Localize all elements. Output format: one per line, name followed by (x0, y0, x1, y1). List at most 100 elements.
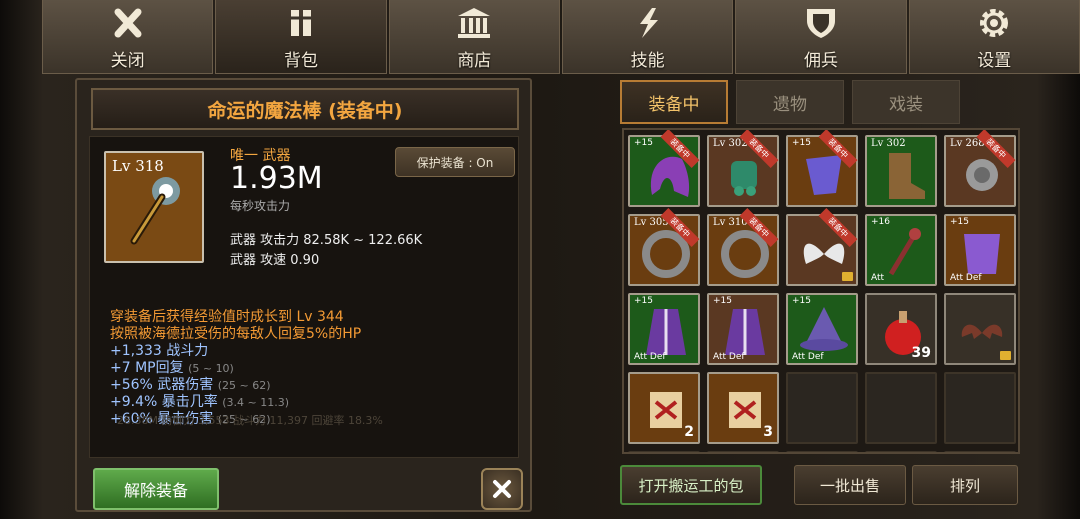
inventory-slot[interactable]: Lv 268 装备中 (944, 130, 1016, 207)
tab-backpack[interactable]: 背包 (215, 0, 387, 74)
bonus-range: (5 ~ 10) (188, 362, 234, 375)
bonus-text: +1,333 战斗力 (110, 343, 209, 359)
staff-icon (888, 228, 921, 276)
inventory-slot[interactable] (707, 451, 779, 452)
tab-close[interactable]: 关闭 (42, 0, 214, 74)
backpack-icon (281, 6, 321, 40)
inventory-slot[interactable]: +15 Att Def (707, 293, 779, 365)
stack-count: 39 (911, 345, 931, 361)
armor-icon (964, 234, 1000, 274)
boots-icon (889, 153, 925, 199)
stat-compare-label: Att Def (950, 273, 982, 283)
slot-enhance: +15 (792, 296, 811, 306)
tab-skill[interactable]: 技能 (561, 0, 734, 74)
lock-icon (1000, 351, 1011, 360)
stack-count: 3 (763, 424, 773, 440)
stack-count: 2 (684, 424, 694, 440)
close-panel-button[interactable] (481, 468, 523, 510)
tab-relics[interactable]: 遗物 (736, 80, 844, 124)
tab-label: 背包 (283, 51, 318, 71)
bulk-sell-button[interactable]: 一批出售 (794, 465, 906, 505)
unequip-button[interactable]: 解除装备 (93, 468, 219, 510)
inventory-slot[interactable]: +15 Att Def (786, 293, 858, 365)
slot-level: Lv 302 (871, 138, 906, 149)
item-dps-label: 每秒攻击力 (230, 199, 291, 213)
slot-enhance: +15 (634, 138, 653, 148)
bonus-text: +56% 武器伤害 (110, 377, 214, 393)
bonus-text: +7 MP回复 (110, 360, 184, 376)
slot-enhance: +15 (950, 217, 969, 227)
slot-enhance: +15 (713, 296, 732, 306)
robe-icon (646, 309, 686, 355)
inventory-slot[interactable]: 39 (865, 293, 937, 365)
bonus-list: 穿装备后获得经验值时成长到 Lv 344 按照被海德拉受伤的每敌人回复5%的HP… (110, 309, 361, 428)
bonus-stat: +9.4% 暴击几率 (3.4 ~ 11.3) (110, 394, 361, 411)
protect-toggle-button[interactable]: 保护装备 : On (395, 147, 515, 177)
inventory-slot[interactable] (786, 451, 858, 452)
tab-label: 关闭 (110, 51, 145, 71)
bonus-stat: +1,333 战斗力 (110, 343, 361, 360)
open-porter-bag-button[interactable]: 打开搬运工的包 (620, 465, 762, 505)
inventory-slot[interactable]: 3 (707, 372, 779, 444)
item-title-bar: 命运的魔法棒 (装备中) (91, 88, 519, 130)
bonus-stat: +56% 武器伤害 (25 ~ 62) (110, 377, 361, 394)
item-dps: 1.93M (230, 161, 323, 196)
stat-compare-label: Att Def (792, 352, 824, 362)
inventory-slot[interactable] (944, 293, 1016, 365)
inventory-slot[interactable]: Lv 302 (865, 135, 937, 207)
stat-compare-label: Att Def (713, 352, 745, 362)
inventory-slot[interactable]: Lv 302 装备中 (707, 130, 779, 207)
inventory-screen: 关闭 背包 商店 技能 佣兵 设置 命运的魔法棒 (装备中) Lv 318 唯一… (0, 0, 1080, 519)
lock-icon (842, 272, 853, 281)
inventory-slot[interactable] (786, 372, 858, 444)
inventory-slot[interactable] (628, 451, 700, 452)
stat-compare-label: Att (871, 273, 885, 283)
inventory-slot[interactable]: +16 Att (865, 214, 937, 286)
sort-button[interactable]: 排列 (912, 465, 1018, 505)
inventory-slot[interactable] (865, 451, 937, 452)
bonus-range: (3.4 ~ 11.3) (222, 396, 289, 409)
gear-icon (974, 6, 1014, 40)
stat-compare-label: Att Def (634, 352, 666, 362)
inventory-slot[interactable]: 装备中 (786, 208, 858, 286)
bonus-special: 穿装备后获得经验值时成长到 Lv 344 (110, 309, 344, 325)
item-detail-panel: 命运的魔法棒 (装备中) Lv 318 唯一 武器 1.93M 每秒攻击力 保护… (75, 78, 532, 512)
item-title: 命运的魔法棒 (装备中) (207, 99, 403, 122)
tab-settings[interactable]: 设置 (908, 0, 1080, 74)
slot-enhance: +15 (634, 296, 653, 306)
background-stats-text: 28.38M 防御力 3,553 战斗力 11,397 回避率 18.3% (117, 414, 383, 427)
inventory-slot[interactable]: Lv 305 装备中 (628, 208, 700, 286)
attack-stat: 武器 攻击力 82.58K ~ 122.66K (230, 233, 423, 248)
slot-enhance: +15 (792, 138, 811, 148)
tab-equipped[interactable]: 装备中 (620, 80, 728, 124)
tab-label: 佣兵 (803, 51, 838, 71)
hat-icon (800, 307, 848, 351)
inventory-slot[interactable]: +15 装备中 (628, 130, 700, 207)
tab-mercenary[interactable]: 佣兵 (735, 0, 907, 74)
bonus-special: 按照被海德拉受伤的每敌人回复5%的HP (110, 326, 362, 342)
inventory-slot[interactable]: +15 Att Def (944, 214, 1016, 286)
shop-icon (454, 6, 494, 40)
skill-icon (628, 6, 668, 40)
inventory-slot[interactable] (944, 451, 1016, 452)
slot-enhance: +16 (871, 217, 890, 227)
mercenary-shield-icon (801, 6, 841, 40)
robe-icon (725, 309, 765, 355)
tab-label: 设置 (977, 51, 1012, 71)
inventory-slot[interactable]: Lv 310 装备中 (707, 208, 779, 286)
top-nav: 关闭 背包 商店 技能 佣兵 设置 (42, 0, 1080, 74)
bonus-range: (25 ~ 62) (217, 379, 271, 392)
inventory-grid: +15 装备中 Lv 302 装备中 +15 装备中 Lv 302 Lv 268 装备中 Lv 3… (622, 128, 1020, 454)
inventory-slot[interactable]: +15 Att Def (628, 293, 700, 365)
tab-costume[interactable]: 戏装 (852, 80, 960, 124)
inventory-slot[interactable]: 2 (628, 372, 700, 444)
inventory-slot[interactable]: +15 装备中 (786, 130, 858, 207)
speed-stat: 武器 攻速 0.90 (230, 253, 320, 268)
tab-shop[interactable]: 商店 (388, 0, 560, 74)
item-detail-card: Lv 318 唯一 武器 1.93M 每秒攻击力 保护装备 : On 武器 攻击… (89, 136, 519, 458)
tab-label: 技能 (630, 51, 665, 71)
close-icon (108, 6, 148, 40)
inventory-slot[interactable] (944, 372, 1016, 444)
inventory-slot[interactable] (865, 372, 937, 444)
magic-wand-icon (130, 177, 180, 245)
